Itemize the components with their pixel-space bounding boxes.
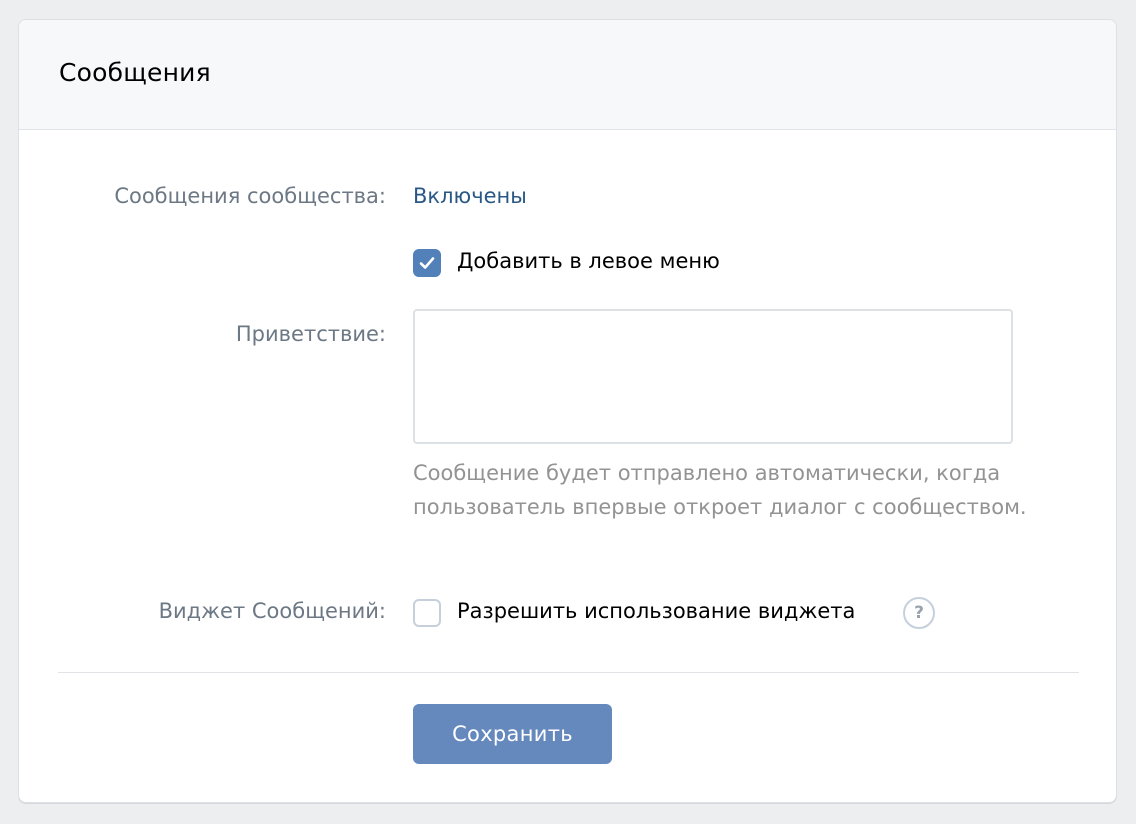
widget-checkbox[interactable] [413, 599, 441, 627]
widget-checkbox-label[interactable]: Разрешить использование виджета [457, 599, 855, 623]
checkmark-icon [419, 257, 435, 269]
greeting-input[interactable] [413, 309, 1013, 444]
widget-label: Виджет Сообщений: [158, 599, 386, 623]
divider [58, 672, 1079, 673]
community-messages-status-link[interactable]: Включены [413, 184, 527, 208]
left-menu-checkbox-label[interactable]: Добавить в левое меню [457, 249, 720, 273]
question-circle-icon[interactable]: ? [903, 597, 935, 629]
community-messages-label: Сообщения сообщества: [114, 184, 386, 208]
left-menu-checkbox[interactable] [413, 249, 441, 277]
greeting-hint: Сообщение будет отправлено автоматически… [413, 461, 1027, 519]
messages-settings-card: Сообщения Сообщения сообщества: Включены… [18, 19, 1117, 803]
greeting-label: Приветствие: [235, 322, 386, 346]
save-button[interactable]: Сохранить [413, 704, 612, 764]
card-header: Сообщения [19, 20, 1116, 130]
page-title: Сообщения [59, 58, 211, 87]
